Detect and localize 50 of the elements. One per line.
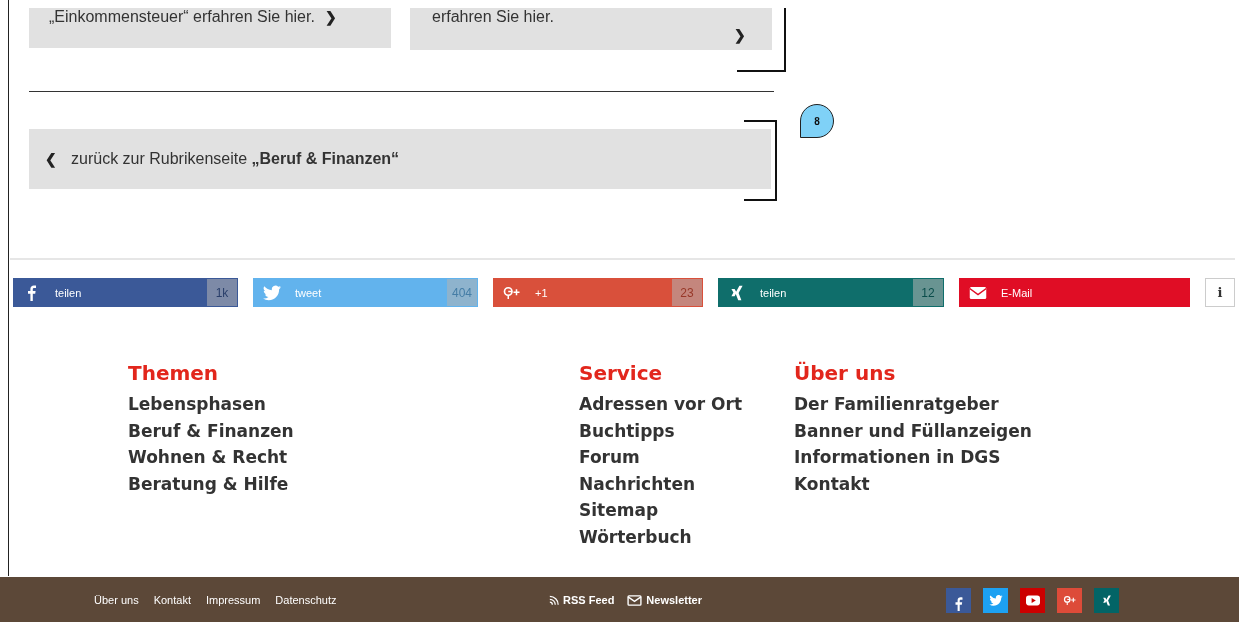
envelope-icon (627, 594, 643, 606)
social-link[interactable] (1020, 587, 1045, 613)
newsletter-link[interactable]: Newsletter (627, 594, 702, 606)
footer-link[interactable]: Impressum (205, 594, 261, 606)
share-count: 1k (207, 279, 237, 306)
rss-icon (549, 594, 559, 606)
footer-link[interactable]: Wohnen & Recht (128, 444, 579, 471)
bracket-mark (737, 8, 786, 72)
footer-link[interactable]: Banner und Füllanzeigen (794, 417, 1032, 444)
footer-heading: Über uns (794, 360, 897, 386)
footer-link[interactable]: Kontakt (794, 470, 1032, 497)
teaser-link[interactable]: erfahren Sie hier. ❯ (410, 8, 772, 50)
footer-link[interactable]: Informationen in DGS (794, 444, 1032, 471)
footer-link[interactable]: Buchtipps (579, 417, 794, 444)
footer-link[interactable]: Kontakt (153, 594, 191, 606)
share-button[interactable]: E-Mail (959, 278, 1190, 307)
rss-link[interactable]: RSS Feed (549, 594, 615, 606)
info-button[interactable]: i (1205, 278, 1235, 307)
play-icon (1025, 594, 1040, 606)
footer-link[interactable]: Lebensphasen (128, 391, 579, 418)
share-count: 23 (672, 279, 702, 306)
footer-link[interactable]: Beruf & Finanzen (128, 417, 579, 444)
footer-link[interactable]: Beratung & Hilfe (128, 470, 579, 497)
footer-link[interactable]: Nachrichten (579, 470, 794, 497)
footer-link[interactable]: Der Familienratgeber (794, 391, 1032, 418)
bird-icon (263, 284, 281, 301)
google-plus-icon (1062, 594, 1077, 606)
footer-link[interactable]: Wörterbuch (579, 523, 794, 550)
share-button[interactable]: teilen 1k (13, 278, 238, 307)
footer-link[interactable]: Datenschutz (275, 594, 337, 606)
back-link[interactable]: ❮ zurück zur Rubrikenseite „Beruf & Finanzen“ (29, 129, 771, 189)
envelope-icon (969, 284, 987, 301)
social-link[interactable] (946, 587, 971, 613)
share-button[interactable]: +1 23 (493, 278, 703, 307)
social-link[interactable] (983, 587, 1008, 613)
annotation-marker: 8 (800, 104, 834, 138)
share-button[interactable]: teilen 12 (718, 278, 944, 307)
footer-heading: Themen (128, 360, 220, 386)
share-count: 404 (447, 279, 477, 306)
footer-link[interactable]: Forum (579, 444, 794, 471)
teaser-link[interactable]: „Einkommensteuer“ erfahren Sie hier. ❯ (29, 8, 391, 48)
footer-link[interactable]: Sitemap (579, 497, 794, 524)
social-link[interactable] (1057, 587, 1082, 613)
footer-link[interactable]: Adressen vor Ort (579, 391, 794, 418)
share-count: 12 (913, 279, 943, 306)
footer-heading: Service (579, 360, 664, 386)
footer-link[interactable]: Über uns (94, 594, 139, 606)
social-link[interactable] (1094, 587, 1119, 613)
bird-icon (988, 594, 1003, 606)
google-plus-icon (503, 284, 521, 301)
